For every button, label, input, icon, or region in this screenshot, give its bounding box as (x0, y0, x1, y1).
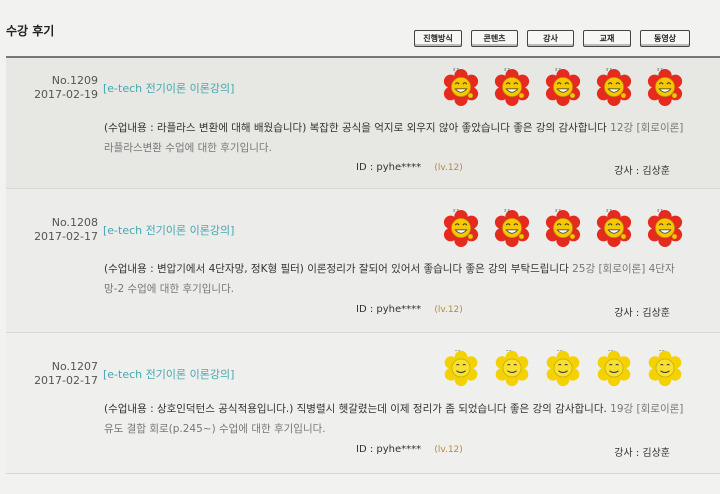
course-link[interactable]: [e-tech 전기이론 이론강의] (103, 366, 234, 382)
review-author: ID : pyhe**** (lv.12) (356, 304, 463, 315)
laughing-face-icon (443, 209, 479, 247)
page-title: 수강 후기 (6, 24, 55, 38)
laughing-face-icon (596, 209, 632, 247)
laughing-face-icon (443, 68, 479, 106)
review-item: No.1208 2017-02-17 [e-tech 전기이론 이론강의] (수… (6, 189, 720, 333)
laughing-face-icon (647, 68, 683, 106)
review-number: No.1209 (51, 74, 98, 87)
tab-progress-method[interactable]: 진행방식 (414, 30, 462, 47)
user-id: ID : pyhe**** (356, 304, 422, 315)
user-id: ID : pyhe**** (356, 444, 422, 455)
review-content: (수업내용 : 라플라스 변환에 대해 배웠습니다) 복잡한 공식을 억지로 외… (104, 118, 690, 158)
rating-icons (442, 349, 684, 387)
review-number: No.1208 (51, 216, 98, 229)
tab-content[interactable]: 콘텐츠 (471, 30, 518, 47)
review-teacher: 강사 : 김상훈 (614, 166, 670, 177)
laughing-face-icon (647, 209, 683, 247)
review-number: No.1207 (51, 360, 98, 373)
tab-instructor[interactable]: 강사 (527, 30, 574, 47)
review-meta: No.1209 2017-02-19 (16, 74, 98, 102)
review-content: (수업내용 : 상호인덕턴스 공식적용입니다.) 직병렬시 헷갈렸는데 이제 정… (104, 399, 690, 439)
review-text: (수업내용 : 상호인덕턴스 공식적용입니다.) 직병렬시 헷갈렸는데 이제 정… (104, 403, 607, 415)
smiling-face-icon (495, 349, 529, 387)
smiling-face-icon (546, 349, 580, 387)
course-link[interactable]: [e-tech 전기이론 이론강의] (103, 222, 234, 238)
laughing-face-icon (494, 209, 530, 247)
review-teacher: 강사 : 김상훈 (614, 448, 670, 459)
review-item: No.1207 2017-02-17 [e-tech 전기이론 이론강의] (수… (6, 333, 720, 474)
user-id: ID : pyhe**** (356, 162, 422, 173)
user-level: (lv.12) (434, 305, 463, 315)
tab-video[interactable]: 동영상 (640, 30, 690, 47)
review-date: 2017-02-19 (34, 88, 98, 101)
review-content: (수업내용 : 변압기에서 4단자망, 정K형 필터) 이론정리가 잘되어 있어… (104, 259, 690, 299)
tab-textbook[interactable]: 교재 (583, 30, 631, 47)
user-level: (lv.12) (434, 445, 463, 455)
review-meta: No.1207 2017-02-17 (16, 360, 98, 388)
rating-icons (442, 68, 684, 106)
user-level: (lv.12) (434, 163, 463, 173)
review-date: 2017-02-17 (34, 374, 98, 387)
review-teacher: 강사 : 김상훈 (614, 308, 670, 319)
laughing-face-icon (494, 68, 530, 106)
course-link[interactable]: [e-tech 전기이론 이론강의] (103, 80, 234, 96)
smiling-face-icon (648, 349, 682, 387)
smiling-face-icon (444, 349, 478, 387)
laughing-face-icon (545, 209, 581, 247)
review-date: 2017-02-17 (34, 230, 98, 243)
review-meta: No.1208 2017-02-17 (16, 216, 98, 244)
laughing-face-icon (596, 68, 632, 106)
filter-tabs: 진행방식 콘텐츠 강사 교재 동영상 (414, 30, 690, 47)
review-author: ID : pyhe**** (lv.12) (356, 444, 463, 455)
review-text: (수업내용 : 라플라스 변환에 대해 배웠습니다) 복잡한 공식을 억지로 외… (104, 122, 607, 134)
review-author: ID : pyhe**** (lv.12) (356, 162, 463, 173)
review-item: No.1209 2017-02-19 [e-tech 전기이론 이론강의] (수… (6, 58, 720, 189)
rating-icons (442, 209, 684, 247)
smiling-face-icon (597, 349, 631, 387)
review-text: (수업내용 : 변압기에서 4단자망, 정K형 필터) 이론정리가 잘되어 있어… (104, 263, 569, 275)
laughing-face-icon (545, 68, 581, 106)
